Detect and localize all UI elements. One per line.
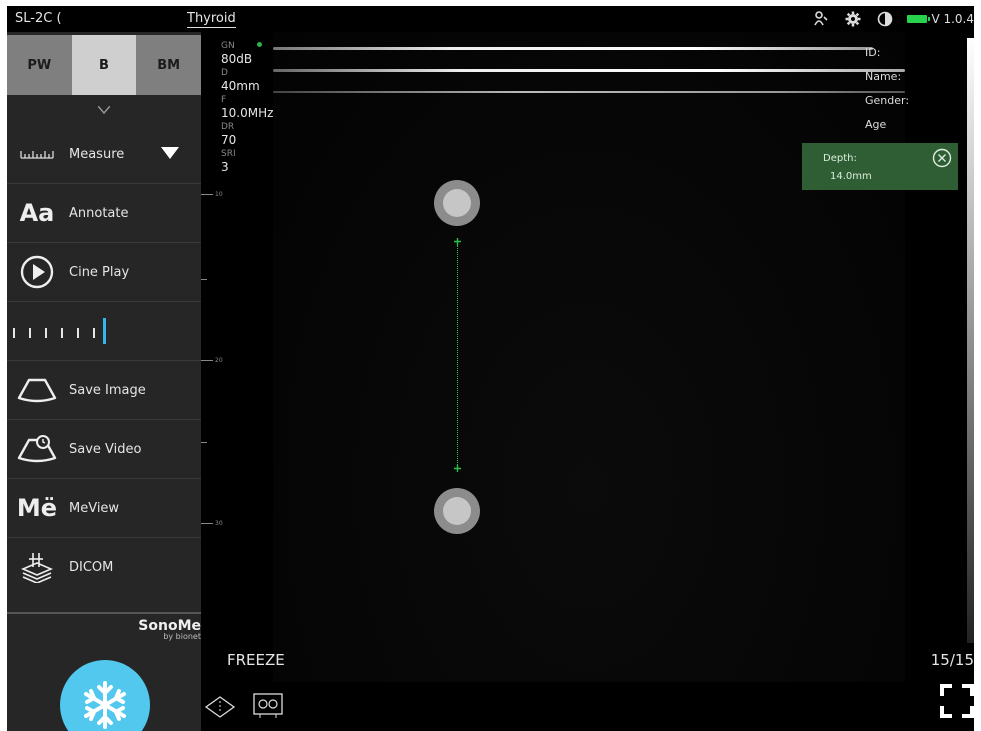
gain-indicator-dot — [257, 42, 262, 47]
depth-ruler-label: 10 — [215, 191, 223, 198]
scan-field — [273, 32, 905, 682]
slider-tick — [29, 328, 31, 338]
aa-text-icon: Aa — [19, 199, 55, 227]
version-label: V 1.0.4 — [931, 12, 974, 26]
slider-tick — [93, 328, 95, 338]
probe-video-icon — [13, 434, 61, 464]
measurement-value: 14.0mm — [830, 171, 872, 182]
menu-item-save-image[interactable]: Save Image — [7, 361, 201, 420]
depth-ruler-tick — [201, 194, 213, 195]
menu-label-meview: MeView — [69, 500, 120, 516]
frame-counter: 15/15 — [930, 651, 974, 669]
param-depth: D 40mm — [221, 68, 260, 93]
ultrasound-image-area[interactable]: GN 80dB D 40mm F 10.0MHz DR 70 SRI 3 10 — [201, 32, 974, 731]
top-bar: SL-2C ( Thyroid V 1.0.4 — [7, 6, 974, 32]
dicom-icon — [13, 551, 61, 583]
param-sri: SRI 3 — [221, 149, 236, 174]
param-frequency: F 10.0MHz — [221, 95, 274, 120]
menu-label-measure: Measure — [69, 146, 125, 162]
echo-band — [273, 69, 905, 72]
play-circle-icon — [13, 255, 61, 289]
dropdown-caret-icon[interactable] — [161, 147, 179, 159]
slider-tick — [77, 328, 79, 338]
caliper-point-icon — [454, 465, 461, 472]
menu-item-annotate[interactable]: Aa Annotate — [7, 184, 201, 243]
ruler-icon — [13, 149, 61, 159]
slider-tick — [13, 328, 15, 338]
menu-label-save-video: Save Video — [69, 441, 142, 457]
caliper-point-icon — [454, 238, 461, 245]
menu-item-meview[interactable]: Më MeView — [7, 479, 201, 538]
depth-ruler-tick — [201, 279, 207, 280]
echo-band — [273, 91, 905, 93]
scan-parameters: GN 80dB D 40mm F 10.0MHz DR 70 SRI 3 — [221, 40, 301, 175]
probe-image-icon — [13, 377, 61, 403]
depth-ruler-tick — [201, 360, 213, 361]
grayscale-bar — [967, 38, 974, 643]
menu-label-save-image: Save Image — [69, 382, 146, 398]
menu-item-measure[interactable]: Measure — [7, 125, 201, 184]
tool-menu: Measure Aa Annotate Cine Play Save Image… — [7, 125, 201, 596]
preset-selector[interactable]: Thyroid — [187, 11, 236, 28]
param-dynamic-range: DR 70 — [221, 122, 237, 147]
gear-icon[interactable] — [843, 9, 863, 29]
freeze-button[interactable] — [60, 660, 150, 731]
ultrasound-app: SL-2C ( Thyroid V 1.0.4 PW B BM Measure … — [7, 6, 974, 731]
echo-band — [273, 47, 873, 50]
tab-pointer-icon — [98, 106, 110, 114]
battery-icon — [907, 15, 931, 23]
slider-thumb[interactable] — [103, 318, 106, 344]
fullscreen-icon[interactable] — [940, 684, 974, 718]
menu-label-dicom: DICOM — [69, 559, 114, 575]
menu-item-dicom[interactable]: DICOM — [7, 538, 201, 596]
meview-icon: Më — [16, 494, 58, 522]
brand-area: SonoMe by bionet — [7, 612, 201, 731]
menu-item-cine-play[interactable]: Cine Play — [7, 243, 201, 302]
close-circle-icon[interactable] — [932, 148, 952, 168]
brand-logo: SonoMe by bionet — [138, 618, 201, 641]
probe-orientation-icon[interactable] — [204, 695, 236, 719]
contrast-icon[interactable] — [875, 9, 895, 29]
caliper-handle-top[interactable] — [434, 180, 480, 226]
tab-pw[interactable]: PW — [7, 35, 72, 95]
tab-bm[interactable]: BM — [136, 35, 201, 95]
measurement-line — [457, 245, 458, 471]
sidebar: PW B BM Measure Aa Annotate Cine Play Sa… — [7, 32, 201, 731]
measurement-label: Depth: — [823, 153, 857, 164]
patient-id: ID: — [865, 46, 881, 59]
patient-name: Name: — [865, 70, 902, 83]
menu-label-annotate: Annotate — [69, 205, 129, 221]
patient-age: Age — [865, 118, 887, 131]
patient-gender: Gender: — [865, 94, 910, 107]
freeze-status-label: FREEZE — [227, 651, 285, 669]
snowflake-icon — [84, 681, 126, 729]
patient-info: ID: Name: Gender: Age — [865, 41, 965, 137]
slider-tick — [61, 328, 63, 338]
depth-ruler-tick — [201, 523, 213, 524]
user-icon[interactable] — [811, 9, 831, 29]
slider-tick — [45, 328, 47, 338]
probe-selector[interactable]: SL-2C ( — [15, 11, 62, 26]
caliper-handle-bottom[interactable] — [434, 488, 480, 534]
tab-b[interactable]: B — [71, 35, 137, 95]
depth-ruler-label: 30 — [215, 520, 223, 527]
cine-slider[interactable] — [7, 302, 201, 361]
depth-ruler-tick — [201, 442, 207, 443]
battery-indicator: V 1.0.4 — [907, 12, 974, 26]
measurement-result: Depth: 14.0mm — [802, 143, 958, 190]
menu-item-save-video[interactable]: Save Video — [7, 420, 201, 479]
cine-review-icon[interactable] — [252, 690, 284, 720]
menu-label-cine-play: Cine Play — [69, 264, 130, 280]
mode-tabs: PW B BM — [7, 35, 201, 95]
top-icons: V 1.0.4 — [811, 9, 974, 29]
depth-ruler-label: 20 — [215, 357, 223, 364]
